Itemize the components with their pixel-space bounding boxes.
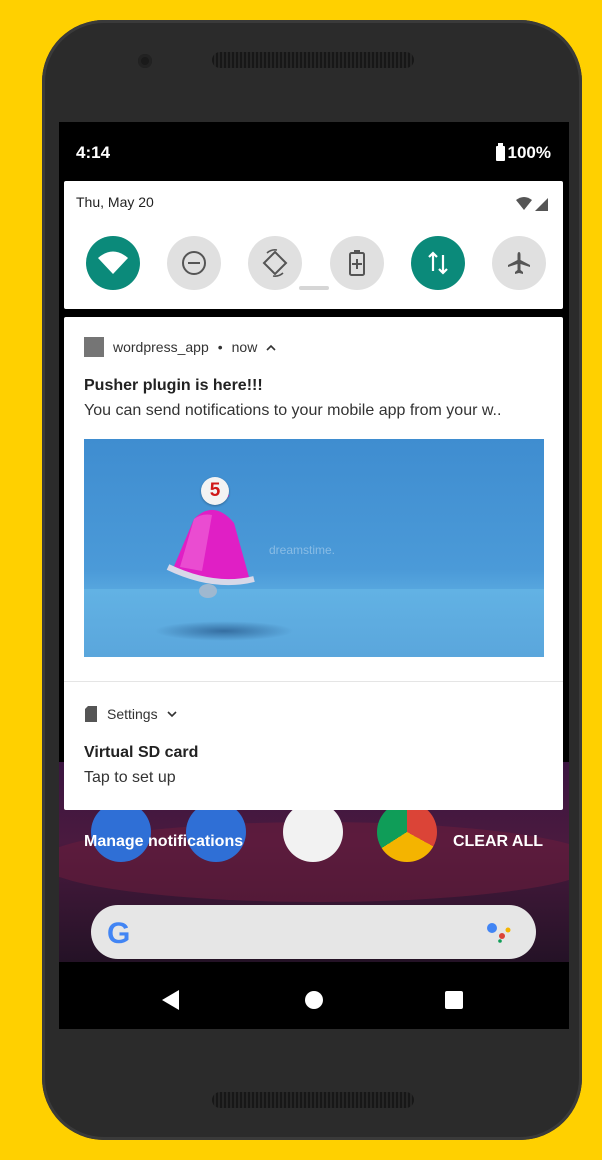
- phone-app-icon: [91, 802, 151, 862]
- google-logo: G: [107, 917, 131, 950]
- notification-title[interactable]: Pusher plugin is here!!!: [84, 377, 263, 395]
- notification-time: now: [231, 339, 258, 355]
- messages-app-icon: [186, 802, 246, 862]
- wifi-icon[interactable]: [86, 236, 140, 290]
- google-search-bar[interactable]: G: [91, 905, 536, 959]
- top-speaker: [212, 52, 414, 68]
- notification-app-name: Settings: [107, 706, 158, 722]
- notification-app-name: wordpress_app: [113, 339, 209, 355]
- status-bar: 4:14 100%: [59, 122, 569, 180]
- notification-body[interactable]: You can send notifications to your mobil…: [84, 402, 501, 420]
- recents-icon[interactable]: [445, 991, 463, 1009]
- play-store-app-icon: [283, 802, 343, 862]
- battery-status: 100%: [495, 142, 551, 163]
- chevron-down-icon[interactable]: [167, 710, 177, 718]
- notification-image[interactable]: dreamstime. 5: [84, 439, 544, 657]
- notification-divider: [64, 681, 563, 682]
- notification-body[interactable]: Tap to set up: [84, 769, 176, 787]
- phone-screen: 4:14 100% Thu, May 20 wordpress_app • no…: [59, 122, 569, 1029]
- qs-date: Thu, May 20: [76, 194, 154, 210]
- quick-settings-tiles: [86, 236, 546, 290]
- do-not-disturb-icon[interactable]: [167, 236, 222, 290]
- bell-icon: [166, 491, 255, 598]
- notification-title[interactable]: Virtual SD card: [84, 744, 198, 762]
- badge-counter: 5: [201, 477, 229, 505]
- separator-dot: •: [217, 339, 223, 355]
- quick-settings-panel: Thu, May 20: [64, 181, 563, 309]
- signal-icon: [516, 197, 548, 211]
- sd-card-icon: [85, 706, 97, 722]
- app-icon: [84, 337, 104, 357]
- status-time: 4:14: [76, 143, 111, 162]
- notification-header[interactable]: wordpress_app • now: [84, 337, 276, 357]
- front-camera: [138, 54, 152, 68]
- navigation-bar: [59, 967, 569, 1029]
- airplane-mode-icon[interactable]: [491, 236, 546, 290]
- back-icon[interactable]: [162, 990, 179, 1010]
- auto-rotate-icon[interactable]: [248, 236, 303, 290]
- battery-saver-icon[interactable]: [329, 236, 384, 290]
- notification-shade: wordpress_app • now Pusher plugin is her…: [64, 317, 563, 810]
- home-icon[interactable]: [305, 991, 323, 1009]
- mobile-data-icon[interactable]: [410, 236, 465, 290]
- badge-number: 5: [209, 480, 221, 501]
- battery-icon: [495, 142, 505, 161]
- qs-drag-handle[interactable]: [299, 286, 329, 290]
- manage-notifications-button[interactable]: Manage notifications: [84, 833, 243, 851]
- bottom-speaker: [212, 1092, 414, 1108]
- battery-percent: 100%: [507, 143, 551, 162]
- notification-header[interactable]: Settings: [84, 705, 177, 723]
- chrome-app-icon: [377, 802, 437, 862]
- clear-all-button[interactable]: CLEAR ALL: [453, 833, 543, 851]
- assistant-icon[interactable]: [486, 921, 514, 943]
- chevron-up-icon[interactable]: [266, 344, 276, 351]
